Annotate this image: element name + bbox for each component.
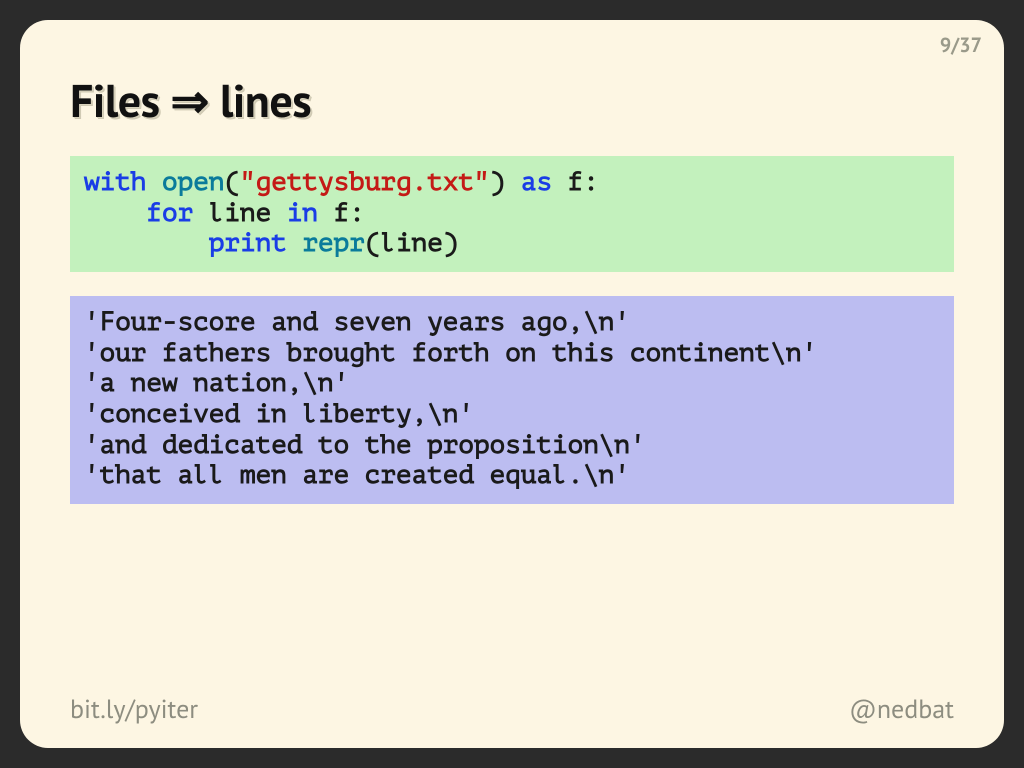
code-block: with open("gettysburg.txt") as f: for li… bbox=[70, 156, 954, 272]
code-token-kw: as bbox=[521, 168, 552, 197]
slide: 9/37 Files ⇒ lines with open("gettysburg… bbox=[20, 20, 1004, 748]
footer-handle: @nedbat bbox=[849, 693, 954, 726]
output-block: 'Four-score and seven years ago,\n' 'our… bbox=[70, 296, 954, 504]
footer: bit.ly/pyiter @nedbat bbox=[70, 693, 954, 726]
page-counter: 9/37 bbox=[940, 32, 982, 58]
code-token-kw: with bbox=[84, 168, 146, 197]
code-token-kw: print bbox=[209, 229, 287, 258]
slide-title: Files ⇒ lines bbox=[70, 70, 954, 130]
code-token-kw: in bbox=[287, 199, 318, 228]
footer-link: bit.ly/pyiter bbox=[70, 693, 198, 726]
code-token-kw: for bbox=[146, 199, 193, 228]
code-token-fn: repr bbox=[302, 229, 364, 258]
code-token-fn: open bbox=[162, 168, 224, 197]
code-token-str: "gettysburg.txt" bbox=[240, 168, 490, 197]
